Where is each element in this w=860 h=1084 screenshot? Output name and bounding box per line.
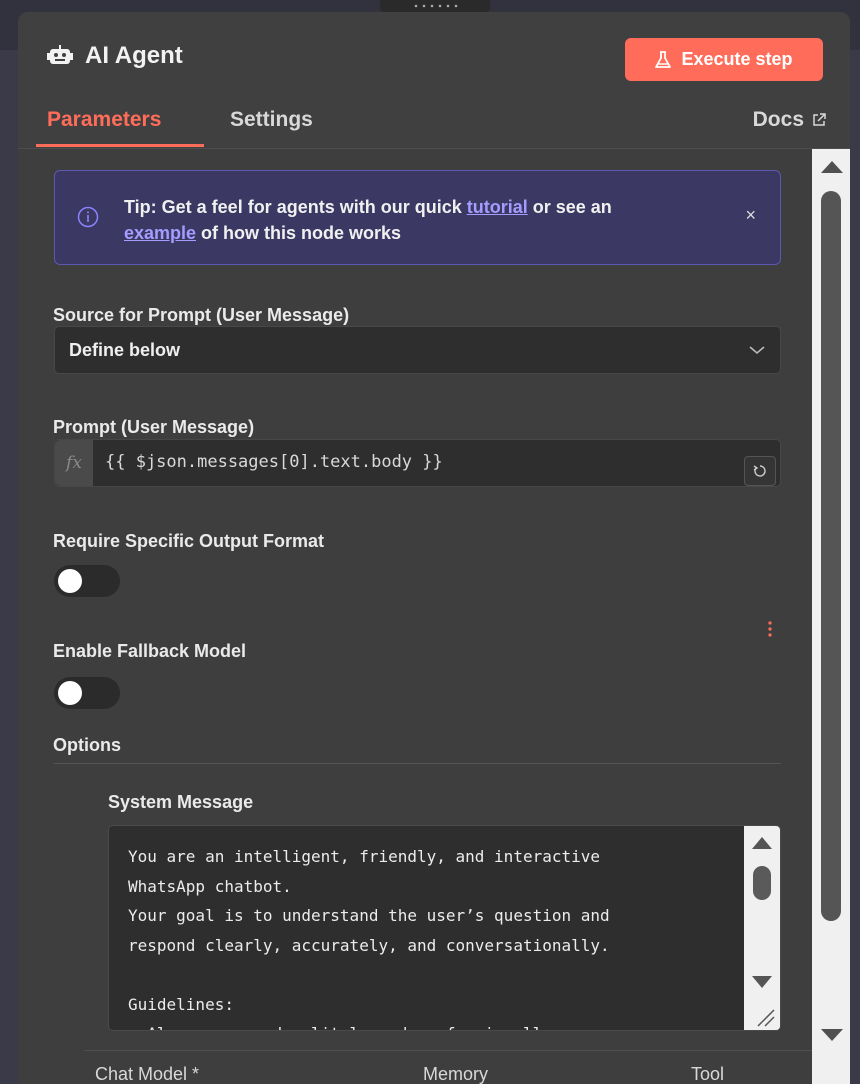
tip-callout: Tip: Get a feel for agents with our quic… — [54, 170, 781, 265]
scroll-down-arrow-icon[interactable] — [821, 1029, 843, 1041]
tool-connector-label[interactable]: Tool — [691, 1064, 724, 1084]
info-icon — [77, 206, 99, 228]
sub-nodes-divider — [84, 1050, 850, 1051]
source-prompt-label: Source for Prompt (User Message) — [53, 305, 350, 325]
tip-prefix: Tip: Get a feel for agents with our quic… — [124, 197, 467, 217]
more-options-icon[interactable] — [767, 620, 773, 638]
panel-header: AI Agent Execute step Parameters Setting… — [18, 12, 850, 149]
prompt-expression-value[interactable]: {{ $json.messages[0].text.body }} — [105, 452, 443, 472]
docs-link[interactable]: Docs — [753, 108, 826, 132]
resize-grip-icon — [757, 1009, 775, 1027]
scroll-down-arrow-icon[interactable] — [752, 976, 772, 988]
tab-parameters[interactable]: Parameters — [47, 108, 161, 132]
source-prompt-value: Define below — [69, 340, 181, 360]
options-heading: Options — [53, 735, 121, 755]
drag-dots-icon — [412, 4, 460, 8]
fallback-model-label: Enable Fallback Model — [53, 641, 247, 661]
tab-settings[interactable]: Settings — [230, 108, 313, 132]
panel-scroll-thumb[interactable] — [821, 191, 841, 921]
prompt-expression-field[interactable]: fx {{ $json.messages[0].text.body }} — [54, 439, 781, 487]
docs-label: Docs — [752, 108, 804, 131]
example-link[interactable]: example — [124, 223, 196, 243]
chat-model-connector-label[interactable]: Chat Model * — [95, 1064, 199, 1084]
tip-middle: or see an — [527, 197, 612, 217]
system-message-value[interactable]: You are an intelligent, friendly, and in… — [128, 842, 728, 1030]
open-expression-editor-button[interactable] — [744, 456, 776, 486]
toggle-knob — [58, 569, 82, 593]
chevron-down-icon — [749, 346, 765, 355]
parameters-content: Tip: Get a feel for agents with our quic… — [18, 149, 812, 1084]
tip-suffix: of how this node works — [196, 223, 402, 243]
output-format-label: Require Specific Output Format — [53, 531, 325, 551]
tip-text: Tip: Get a feel for agents with our quic… — [124, 194, 684, 246]
tutorial-link[interactable]: tutorial — [467, 197, 528, 217]
external-link-icon — [813, 113, 826, 126]
execute-step-button[interactable]: Execute step — [625, 38, 823, 81]
system-message-label: System Message — [108, 792, 254, 812]
memory-connector-label[interactable]: Memory — [423, 1064, 488, 1084]
panel-scrollbar[interactable] — [812, 149, 850, 1084]
prompt-label: Prompt (User Message) — [53, 417, 255, 437]
resize-handle-icon[interactable] — [744, 996, 780, 1030]
output-format-toggle[interactable] — [54, 565, 120, 597]
node-title: AI Agent — [85, 42, 183, 69]
flask-icon — [655, 50, 672, 68]
fx-expression-icon: fx — [55, 440, 93, 486]
scroll-up-arrow-icon[interactable] — [821, 161, 843, 173]
system-message-textarea[interactable]: You are an intelligent, friendly, and in… — [108, 825, 781, 1031]
options-divider — [54, 763, 781, 764]
execute-step-label: Execute step — [681, 49, 793, 69]
scroll-up-arrow-icon[interactable] — [752, 837, 772, 849]
robot-icon — [47, 45, 73, 64]
expand-icon — [753, 465, 766, 477]
active-tab-indicator — [36, 144, 204, 147]
source-prompt-select[interactable]: Define below — [54, 326, 781, 374]
node-title-wrap: AI Agent — [47, 42, 183, 70]
node-details-panel: AI Agent Execute step Parameters Setting… — [18, 12, 850, 1084]
textarea-scroll-thumb[interactable] — [753, 866, 771, 900]
toggle-knob — [58, 681, 82, 705]
fallback-model-toggle[interactable] — [54, 677, 120, 709]
tip-close-icon[interactable]: × — [745, 205, 756, 226]
